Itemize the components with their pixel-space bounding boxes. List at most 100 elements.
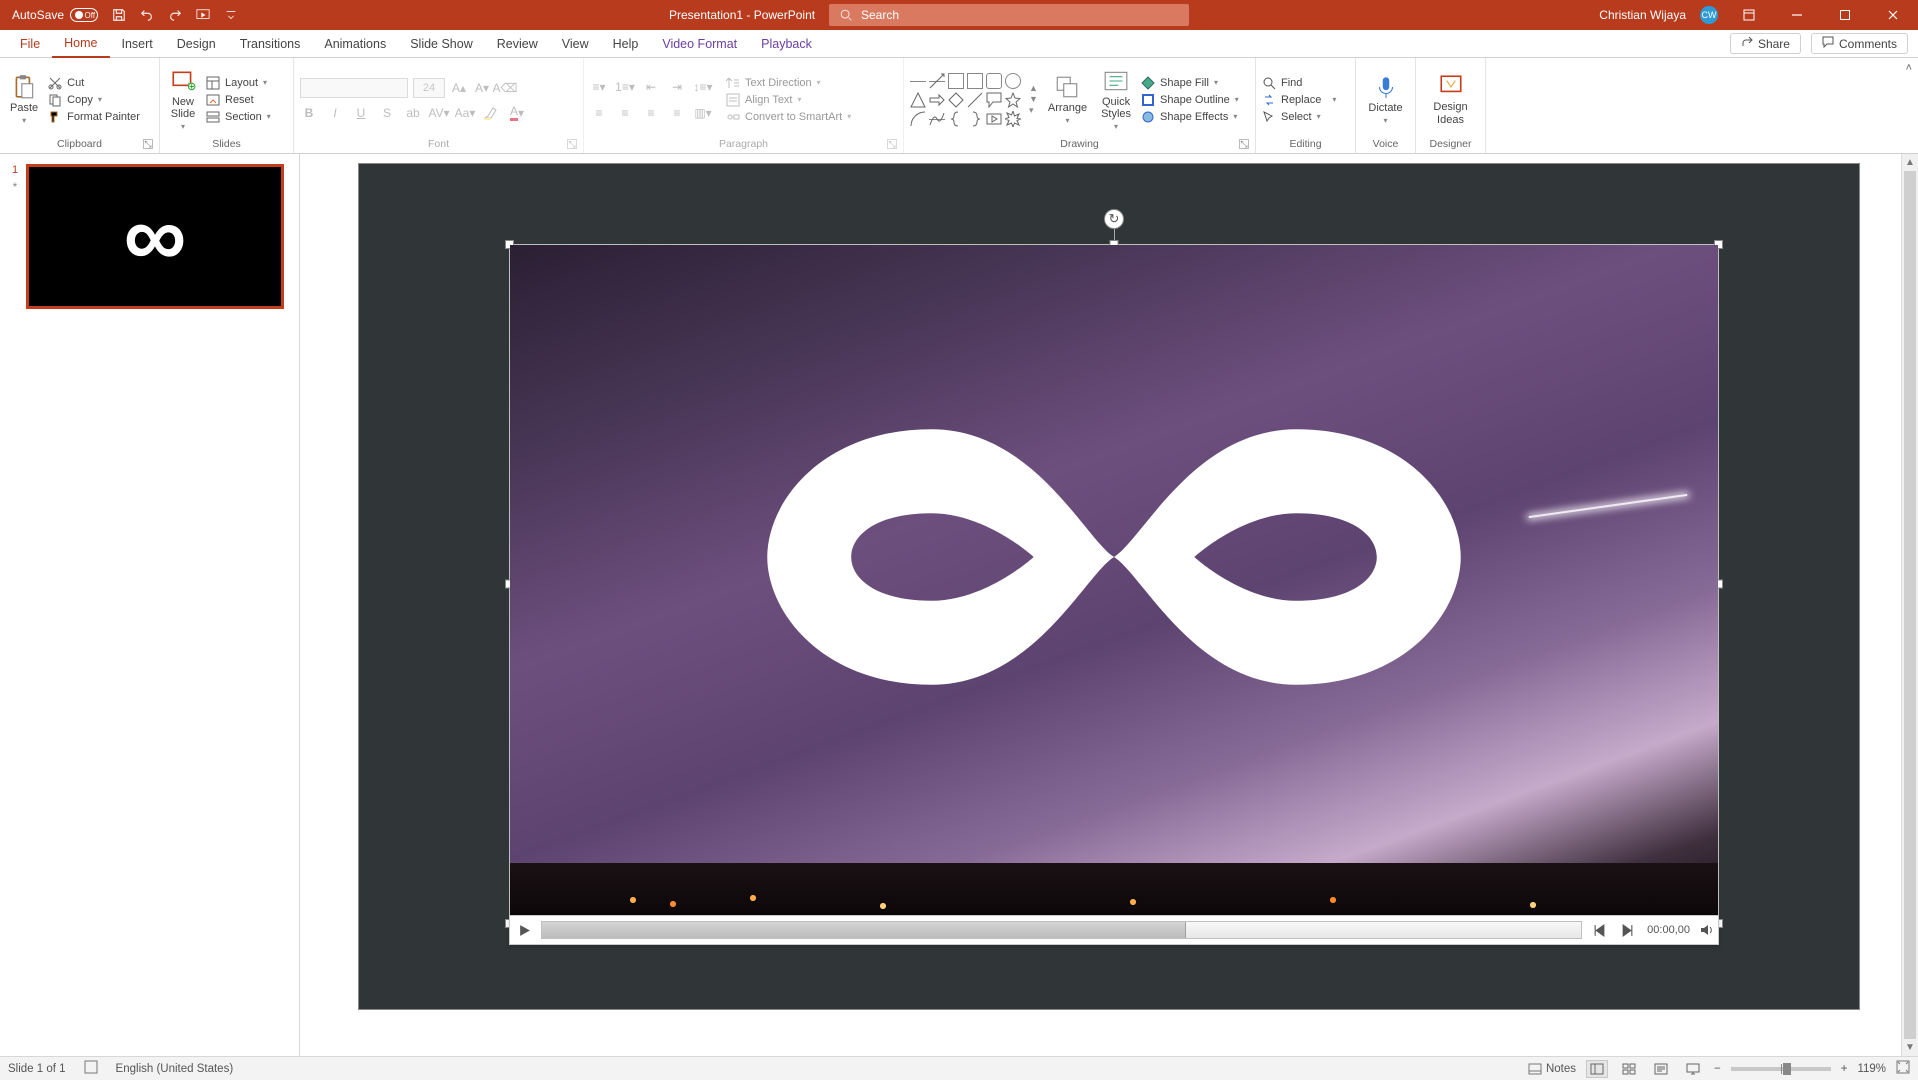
- paste-button[interactable]: Paste ▾: [6, 72, 42, 127]
- scroll-down-icon[interactable]: ▼: [1902, 1039, 1918, 1056]
- search-input[interactable]: [861, 8, 1179, 22]
- slide-counter[interactable]: Slide 1 of 1: [8, 1063, 66, 1075]
- increase-indent-icon[interactable]: ⇥: [668, 78, 686, 96]
- shape-lbrace-icon[interactable]: [948, 111, 964, 127]
- slide-canvas-area[interactable]: ↻: [300, 154, 1918, 1056]
- font-family-combo[interactable]: [300, 78, 408, 98]
- shape-oval-icon[interactable]: [1005, 73, 1021, 89]
- tab-help[interactable]: Help: [601, 30, 651, 58]
- zoom-slider-thumb[interactable]: [1783, 1063, 1791, 1075]
- accessibility-icon[interactable]: [84, 1060, 98, 1077]
- share-button[interactable]: Share: [1730, 33, 1801, 54]
- shape-line-icon[interactable]: [910, 73, 926, 89]
- step-back-button[interactable]: [1585, 916, 1613, 944]
- shape-triangle-icon[interactable]: [910, 92, 926, 108]
- shape-arc-icon[interactable]: [910, 111, 926, 127]
- tab-home[interactable]: Home: [52, 30, 109, 58]
- notes-button[interactable]: Notes: [1528, 1063, 1576, 1075]
- language-status[interactable]: English (United States): [116, 1063, 234, 1075]
- comments-button[interactable]: Comments: [1811, 33, 1908, 54]
- scroll-thumb[interactable]: [1904, 171, 1916, 1039]
- drawing-dialog-launcher[interactable]: ⤡: [1239, 139, 1249, 149]
- slideshow-view-icon[interactable]: [1682, 1060, 1704, 1078]
- bold-icon[interactable]: B: [300, 104, 318, 122]
- clear-formatting-icon[interactable]: A⌫: [496, 79, 514, 97]
- zoom-in-button[interactable]: +: [1841, 1063, 1848, 1075]
- shape-star-icon[interactable]: [1005, 92, 1021, 108]
- new-slide-button[interactable]: New Slide ▾: [166, 66, 200, 133]
- reading-view-icon[interactable]: [1650, 1060, 1672, 1078]
- paragraph-dialog-launcher[interactable]: ⤡: [887, 139, 897, 149]
- dictate-button[interactable]: Dictate ▾: [1364, 72, 1406, 127]
- shape-star2-icon[interactable]: [1005, 111, 1021, 127]
- reset-button[interactable]: Reset: [206, 93, 271, 107]
- shape-roundrect-icon[interactable]: [986, 73, 1002, 89]
- select-button[interactable]: Select▾: [1262, 110, 1336, 124]
- shapes-gallery-down[interactable]: ▼: [1029, 94, 1038, 104]
- shape-outline-button[interactable]: Shape Outline▾: [1141, 93, 1239, 107]
- tab-playback[interactable]: Playback: [749, 30, 824, 58]
- slide-sorter-view-icon[interactable]: [1618, 1060, 1640, 1078]
- shape-connector-icon[interactable]: [967, 92, 983, 108]
- search-box[interactable]: [829, 4, 1189, 26]
- video-seek-track[interactable]: [541, 921, 1582, 939]
- shape-arrow-icon[interactable]: [929, 92, 945, 108]
- shape-diamond-icon[interactable]: [948, 92, 964, 108]
- align-text-button[interactable]: Align Text▾: [726, 93, 851, 107]
- shape-action-icon[interactable]: [986, 111, 1002, 127]
- rotate-handle[interactable]: ↻: [1104, 209, 1124, 229]
- zoom-slider[interactable]: [1731, 1067, 1831, 1071]
- close-icon[interactable]: [1876, 0, 1910, 30]
- tab-video-format[interactable]: Video Format: [650, 30, 749, 58]
- zoom-out-button[interactable]: −: [1714, 1063, 1721, 1075]
- cut-button[interactable]: Cut: [48, 76, 140, 90]
- normal-view-icon[interactable]: [1586, 1060, 1608, 1078]
- decrease-font-icon[interactable]: A▾: [473, 79, 491, 97]
- shape-callout-icon[interactable]: [986, 92, 1002, 108]
- tab-review[interactable]: Review: [485, 30, 550, 58]
- replace-button[interactable]: Replace▾: [1262, 93, 1336, 107]
- align-left-icon[interactable]: ≡: [590, 104, 608, 122]
- step-forward-button[interactable]: [1613, 916, 1641, 944]
- shapes-gallery[interactable]: [910, 73, 1021, 127]
- section-button[interactable]: Section▾: [206, 110, 271, 124]
- shapes-gallery-more[interactable]: ▾: [1029, 105, 1038, 116]
- start-from-beginning-icon[interactable]: [196, 8, 210, 22]
- text-direction-button[interactable]: Text Direction▾: [726, 76, 851, 90]
- fit-to-window-icon[interactable]: [1896, 1060, 1910, 1077]
- undo-icon[interactable]: [140, 8, 154, 22]
- align-right-icon[interactable]: ≡: [642, 104, 660, 122]
- strikethrough-icon[interactable]: S: [378, 104, 396, 122]
- tab-file[interactable]: File: [8, 30, 52, 58]
- shape-curve-icon[interactable]: [929, 111, 945, 127]
- tab-insert[interactable]: Insert: [110, 30, 165, 58]
- decrease-indent-icon[interactable]: ⇤: [642, 78, 660, 96]
- underline-icon[interactable]: U: [352, 104, 370, 122]
- convert-smartart-button[interactable]: Convert to SmartArt▾: [726, 110, 851, 124]
- ribbon-display-options-icon[interactable]: [1732, 0, 1766, 30]
- zoom-percent[interactable]: 119%: [1857, 1063, 1886, 1075]
- vertical-scrollbar[interactable]: ▲ ▼: [1901, 154, 1918, 1056]
- shape-fill-button[interactable]: Shape Fill▾: [1141, 76, 1239, 90]
- shapes-gallery-up[interactable]: ▲: [1029, 83, 1038, 93]
- redo-icon[interactable]: [168, 8, 182, 22]
- shape-line-arrow-icon[interactable]: [929, 73, 945, 89]
- user-avatar[interactable]: CW: [1700, 6, 1718, 24]
- bullets-icon[interactable]: ≡▾: [590, 78, 608, 96]
- tab-slideshow[interactable]: Slide Show: [398, 30, 485, 58]
- italic-icon[interactable]: I: [326, 104, 344, 122]
- find-button[interactable]: Find: [1262, 76, 1336, 90]
- save-icon[interactable]: [112, 8, 126, 22]
- increase-font-icon[interactable]: A▴: [450, 79, 468, 97]
- numbering-icon[interactable]: 1≡▾: [616, 78, 634, 96]
- slide-thumbnails-panel[interactable]: 1 * ∞: [0, 154, 300, 1056]
- highlight-icon[interactable]: [482, 104, 500, 122]
- scroll-up-icon[interactable]: ▲: [1902, 154, 1918, 171]
- play-button[interactable]: [510, 916, 538, 944]
- columns-icon[interactable]: ▥▾: [694, 104, 712, 122]
- tab-animations[interactable]: Animations: [312, 30, 398, 58]
- format-painter-button[interactable]: Format Painter: [48, 110, 140, 124]
- autosave-toggle[interactable]: Off: [70, 8, 98, 22]
- collapse-ribbon-icon[interactable]: ˄: [1896, 58, 1918, 153]
- copy-button[interactable]: Copy▾: [48, 93, 140, 107]
